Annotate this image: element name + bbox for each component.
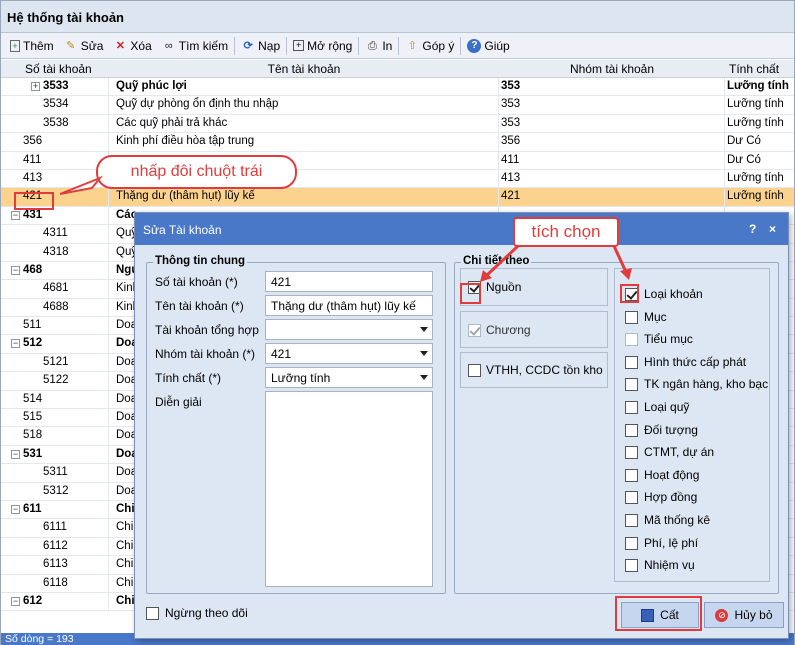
source-checkbox-highlight (460, 283, 481, 304)
save-button-highlight (615, 596, 702, 631)
arrow-to-source (484, 244, 520, 278)
arrow-to-item (612, 245, 628, 273)
tick-arrows (480, 244, 632, 282)
item-checkbox-highlight (620, 284, 639, 303)
arrow-head-item (620, 268, 632, 280)
